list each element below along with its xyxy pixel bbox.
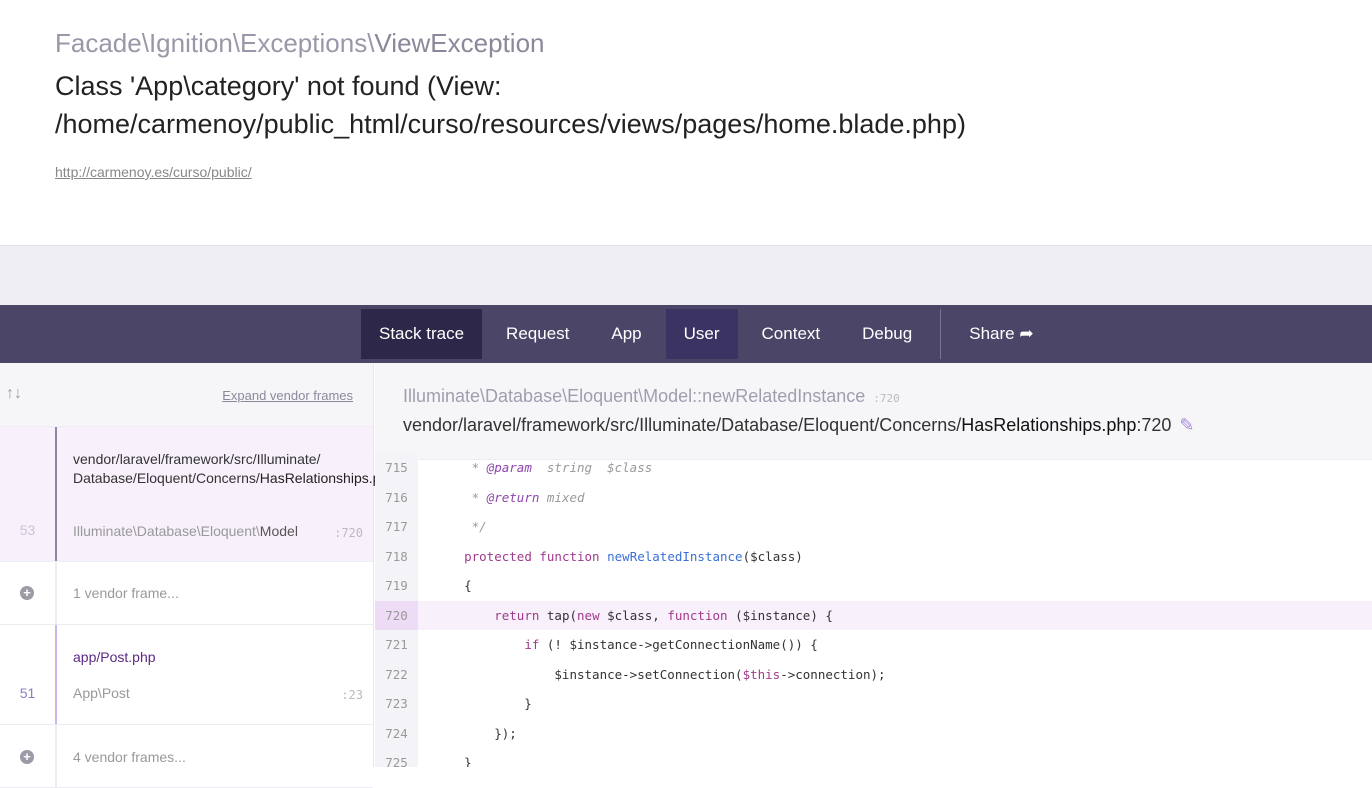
expand-vendor-frames-link[interactable]: Expand vendor frames [222,388,353,403]
frame-class: App\Post [73,685,130,701]
stack-frame-selected[interactable]: 53 vendor/laravel/framework/src/Illumina… [0,427,396,562]
code-text: }); [434,725,517,741]
frame-details-header: Illuminate\Database\Eloquent\Model::newR… [375,363,1372,460]
code-line-highlighted: 720 return tap(new $class, function ($in… [375,600,1372,630]
line-number[interactable]: 716 [375,482,418,512]
line-number[interactable]: 724 [375,718,418,748]
vendor-frames-label: 4 vendor frames... [73,749,186,765]
edit-pencil-icon[interactable]: ✎ [1179,415,1194,435]
line-number[interactable]: 719 [375,571,418,601]
code-text: if (! $instance->getConnectionName()) { [524,637,818,652]
code-line: 723 } [375,689,1372,719]
tab-bar: Stack trace Request App User Context Deb… [0,305,1372,363]
stack-frame[interactable]: 51 app/Post.php App\Post :23 [0,625,373,725]
tab-divider [940,309,942,359]
code-line: 718 protected function newRelatedInstanc… [375,541,1372,571]
line-number[interactable]: 718 [375,541,418,571]
exception-namespace: Facade\Ignition\Exceptions\ [55,28,375,58]
vendor-frames-collapsed[interactable]: + 4 vendor frames... [0,725,373,788]
code-text: } [434,755,472,767]
tab-request[interactable]: Request [488,309,587,359]
frame-class-name: Post [101,685,130,701]
spacer-band [0,245,1372,305]
file-path: vendor/laravel/framework/src/Illuminate/… [403,415,1195,436]
vendor-frames-collapsed[interactable]: + 1 vendor frame... [0,562,373,625]
code-panel: Illuminate\Database\Eloquent\Model::newR… [375,363,1372,767]
code-text: { [434,578,472,593]
frame-number: 51 [19,685,36,701]
tab-app[interactable]: App [593,309,659,359]
frame-number: 53 [19,522,36,538]
code-line: 715 * @param string $class [375,453,1372,483]
code-line: 722 $instance->setConnection($this->conn… [375,659,1372,689]
line-number[interactable]: 717 [375,512,418,542]
code-line: 716 * @return mixed [375,482,1372,512]
code-text: protected function newRelatedInstance($c… [464,548,803,564]
line-number[interactable]: 725 [375,748,418,767]
tab-debug[interactable]: Debug [844,309,930,359]
expand-plus-icon[interactable]: + [20,586,34,600]
frame-class-ns: App\ [73,685,102,701]
frame-path-dir: app/ [73,649,101,665]
frame-class-name: Model [259,523,298,539]
function-line: :720 [873,392,900,405]
vendor-frames-label: 1 vendor frame... [73,585,179,601]
file-line: :720 [1136,415,1172,435]
line-number[interactable]: 715 [375,453,418,483]
share-label: Share [969,324,1015,343]
line-number[interactable]: 722 [375,659,418,689]
code-text: $instance->setConnection($this->connecti… [434,666,886,682]
frame-line: :720 [334,526,363,540]
code-line: 724 }); [375,718,1372,748]
frame-class-ns: Illuminate\Database\Eloquent\ [73,523,260,539]
frame-line: :23 [341,688,363,702]
expand-plus-icon[interactable]: + [20,750,34,764]
tab-user[interactable]: User [665,309,738,359]
code-snippet: 715 * @param string $class 716 * @return … [375,453,1372,767]
error-header: Facade\Ignition\Exceptions\ViewException… [0,0,1372,245]
share-button[interactable]: Share ➦ [951,309,1051,359]
exception-message: Class 'App\category' not found (View: /h… [55,71,966,139]
file-name: HasRelationships.php [961,415,1137,435]
function-name: Illuminate\Database\Eloquent\Model::newR… [403,386,900,407]
line-number[interactable]: 720 [375,600,418,630]
frame-class: Illuminate\Database\Eloquent\Model [73,523,298,539]
request-url[interactable]: http://carmenoy.es/curso/public/ [55,164,252,180]
code-line: 721 if (! $instance->getConnectionName()… [375,630,1372,660]
frame-file: Post.php [100,649,156,665]
code-line: 725 } [375,748,1372,767]
tab-context[interactable]: Context [744,309,839,359]
exception-class: Facade\Ignition\Exceptions\ViewException [55,28,545,59]
share-icon: ➦ [1019,324,1034,343]
line-number[interactable]: 721 [375,630,418,660]
frame-path: vendor/laravel/framework/src/Illuminate/… [73,450,396,487]
code-text: return tap(new $class, function ($instan… [494,607,833,623]
code-line: 719 { [375,571,1372,601]
file-dir: vendor/laravel/framework/src/Illuminate/… [403,415,962,435]
code-text: * @return mixed [434,489,585,505]
tab-stack-trace[interactable]: Stack trace [361,309,483,359]
exception-name: ViewException [374,28,545,58]
stack-frames-panel: ↑↓ Expand vendor frames 53 vendor/larave… [0,363,396,788]
code-line: 717 */ [375,512,1372,542]
frames-header: ↑↓ Expand vendor frames [0,363,373,427]
line-number[interactable]: 723 [375,689,418,719]
frame-path: app/Post.php [73,648,156,667]
frame-navigation-arrows-icon[interactable]: ↑↓ [6,385,22,403]
code-text: */ [434,519,487,534]
function-method: Model::newRelatedInstance [643,386,866,406]
code-text: * @param string $class [434,460,653,475]
function-namespace: Illuminate\Database\Eloquent\ [403,386,644,406]
code-text: } [434,696,532,711]
